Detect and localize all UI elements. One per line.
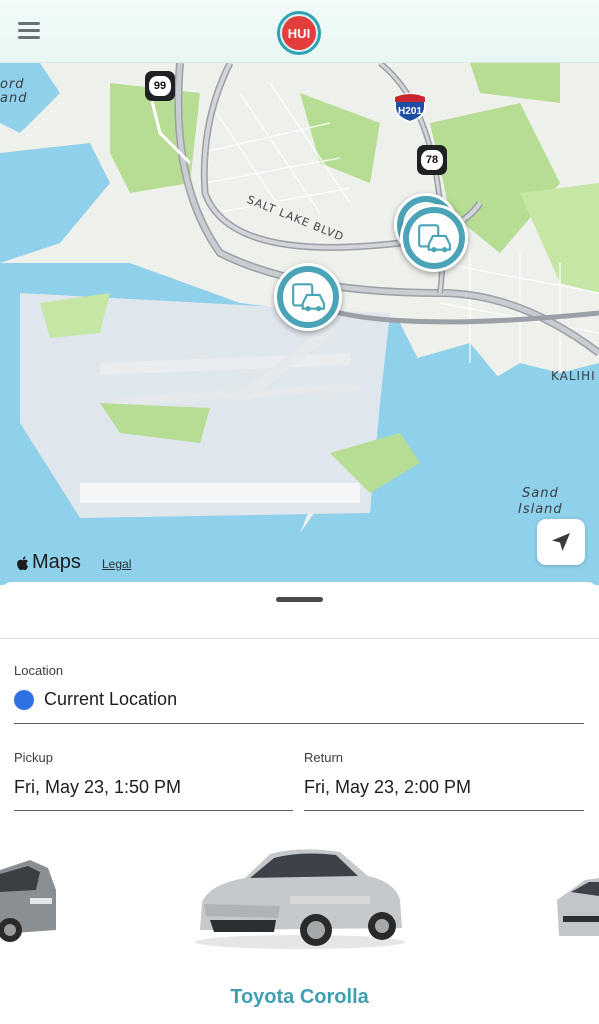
return-underline [304,810,584,811]
app-header: HUI [0,0,599,63]
selected-vehicle-name[interactable]: Toyota Corolla [0,986,599,1009]
vehicle-toyota-corolla-image[interactable] [190,842,410,952]
highway-78-shield: 78 [417,145,447,175]
vehicle-suv-thumbnail[interactable] [0,850,62,950]
current-location-button[interactable] [537,519,585,565]
pickup-underline [14,810,293,811]
vehicle-prius-thumbnail[interactable] [555,860,599,950]
pickup-label: Pickup [14,750,54,765]
map-view[interactable]: ord and SALT LAKE BLVD KALIHI Sand Islan… [0,63,599,585]
hui-logo: HUI [277,11,321,55]
divider [0,638,599,639]
booking-sheet: Location Current Location Pickup Fri, Ma… [0,582,599,1024]
pickup-datetime-field[interactable]: Fri, May 23, 1:50 PM [14,777,181,798]
legal-link[interactable]: Legal [102,557,131,571]
location-arrow-icon [552,533,570,551]
return-datetime-field[interactable]: Fri, May 23, 2:00 PM [304,777,471,798]
apple-logo-icon [17,555,28,570]
map-label-kalihi: KALIHI [551,369,596,383]
interstate-label: H201 [398,106,422,117]
logo-text: HUI [288,26,310,41]
interstate-h201-shield: H201 [392,93,428,124]
hamburger-menu-icon[interactable] [18,18,48,44]
highway-99-shield: 99 [145,71,175,101]
map-label-sand-island: Sand Island [518,486,563,517]
car-station-marker[interactable] [274,263,342,331]
return-label: Return [304,750,344,765]
map-label-ford-island: ord and [0,77,28,106]
location-field[interactable]: Current Location [44,689,177,710]
sheet-drag-handle[interactable] [276,597,323,602]
car-share-icon [418,224,451,253]
maps-brand-text: Maps [32,551,81,573]
current-location-dot-icon [14,690,34,710]
location-label: Location [14,663,64,678]
apple-maps-attribution: Maps [16,551,81,574]
location-underline [14,723,584,724]
car-share-icon [292,283,325,312]
car-station-marker[interactable] [400,204,468,272]
